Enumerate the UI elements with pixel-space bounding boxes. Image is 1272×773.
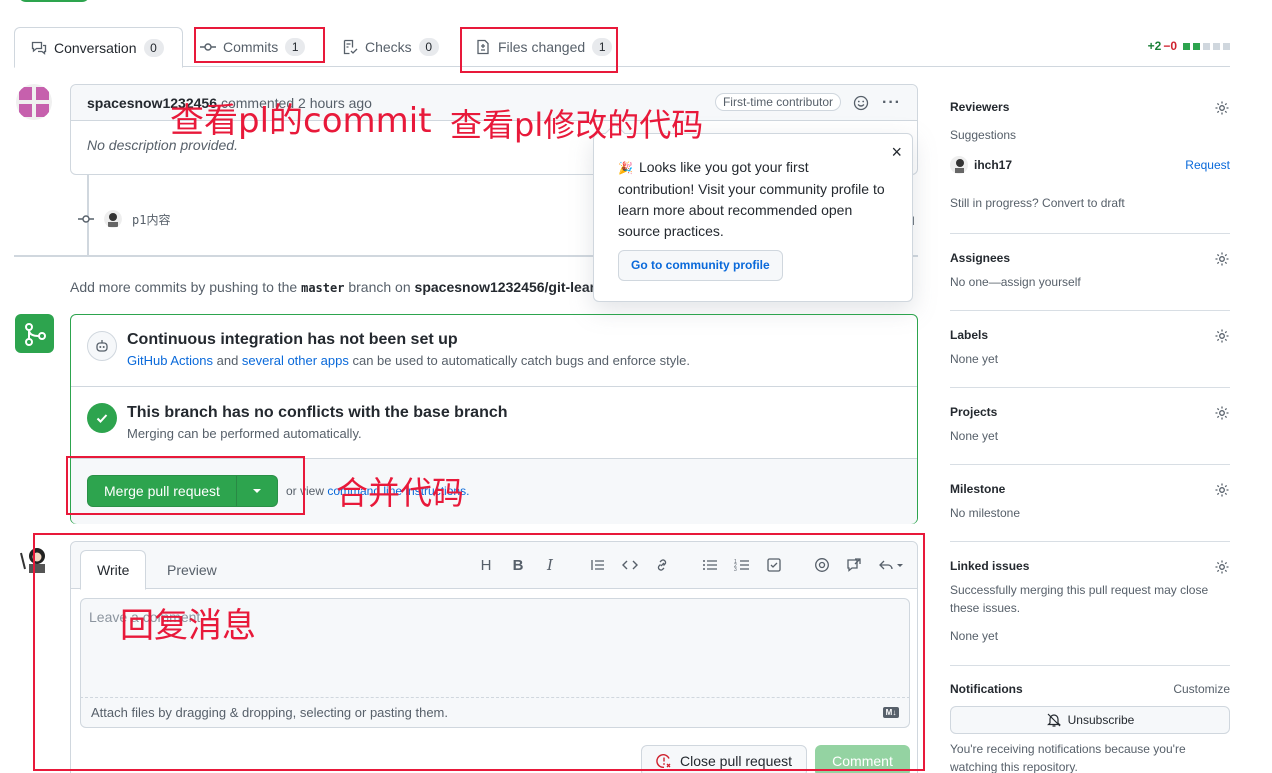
checklist-icon [343, 39, 358, 55]
milestone-value: No milestone [950, 506, 1021, 520]
request-review-link[interactable]: Request [1185, 158, 1230, 172]
sidebar-assignees: Assignees No one—assign yourself [950, 251, 1230, 311]
annotation-box-files [460, 27, 618, 73]
annotation-box-reply [33, 533, 925, 771]
author-avatar[interactable] [16, 84, 52, 120]
github-actions-link[interactable]: GitHub Actions [127, 353, 213, 368]
diffstat-additions: +2 [1147, 39, 1162, 53]
sidebar-labels: Labels None yet [950, 328, 1230, 388]
annotation-merge-note: 合并代码 [336, 474, 465, 512]
suggested-reviewer: ihch17 Request [950, 156, 1230, 174]
ci-rest: can be used to automatically catch bugs … [348, 353, 690, 368]
conflict-section: This branch has no conflicts with the ba… [71, 387, 917, 459]
diffstat-block [1213, 42, 1220, 50]
ci-title: Continuous integration has not been set … [127, 331, 458, 348]
customize-link[interactable]: Customize [1173, 682, 1230, 696]
identicon-icon [16, 84, 52, 120]
linked-issues-value: None yet [950, 629, 999, 643]
push-note-middle: branch on [344, 279, 415, 295]
sidebar-notifications: Notifications Customize Unsubscribe You'… [950, 682, 1230, 773]
diffstat-block [1193, 42, 1200, 50]
annotation-reply-note: 回复消息 [120, 606, 256, 646]
tab-label: Conversation [54, 39, 137, 56]
conflict-subtitle: Merging can be performed automatically. [127, 426, 362, 441]
sidebar-heading: Notifications [950, 682, 1023, 696]
ci-section: Continuous integration has not been set … [71, 315, 917, 387]
other-apps-link[interactable]: several other apps [242, 353, 349, 368]
diffstat-block [1223, 42, 1230, 50]
branch-name: master [301, 281, 345, 295]
gear-icon[interactable] [1214, 328, 1230, 344]
annotation-files-note: 查看pl修改的代码 [450, 106, 704, 144]
diffstat-block [1183, 42, 1190, 50]
sidebar-milestone: Milestone No milestone [950, 482, 1230, 542]
tada-icon: 🎉 [618, 161, 633, 175]
unsubscribe-label: Unsubscribe [1067, 713, 1135, 727]
assignees-value[interactable]: No one—assign yourself [950, 273, 1230, 291]
tab-counter: 0 [143, 38, 164, 57]
annotation-commit-note: 查看pl的commit [170, 101, 432, 141]
comment-discussion-icon [31, 41, 47, 55]
commit-message[interactable]: p1内容 [132, 211, 170, 228]
robot-icon [87, 331, 117, 361]
sidebar-heading[interactable]: Assignees [950, 251, 1230, 265]
sidebar-reviewers: Reviewers Suggestions ihch17 Request Sti… [950, 100, 1230, 234]
reviewer-name: ihch17 [974, 158, 1013, 172]
kebab-horizontal-icon[interactable]: ··· [882, 94, 901, 112]
ci-subtitle: GitHub Actions and several other apps ca… [127, 353, 690, 368]
diffstat-block [1203, 42, 1210, 50]
bell-slash-icon [1046, 713, 1061, 727]
community-profile-button[interactable]: Go to community profile [618, 250, 783, 281]
projects-value: None yet [950, 429, 999, 443]
gear-icon[interactable] [1214, 405, 1230, 421]
diffstat-deletions: −0 [1163, 39, 1177, 53]
sidebar-heading[interactable]: Labels [950, 328, 1230, 342]
popover-text: 🎉 Looks like you got your first contribut… [618, 157, 888, 242]
gear-icon[interactable] [1214, 482, 1230, 498]
check-icon [87, 403, 117, 433]
unsubscribe-button[interactable]: Unsubscribe [950, 706, 1230, 734]
tab-label: Checks [365, 39, 412, 55]
conflict-title: This branch has no conflicts with the ba… [127, 404, 508, 421]
convert-to-draft[interactable]: Still in progress? Convert to draft [950, 194, 1230, 212]
git-commit-icon [78, 215, 94, 223]
sidebar-projects: Projects None yet [950, 405, 1230, 465]
smiley-icon[interactable] [853, 95, 869, 111]
diffstat: +2 −0 [1148, 39, 1230, 53]
push-note-prefix: Add more commits by pushing to the [70, 279, 302, 295]
linked-issues-desc: Successfully merging this pull request m… [950, 583, 1209, 615]
first-time-contributor-badge: First-time contributor [714, 93, 841, 111]
tab-checks[interactable]: Checks 0 [326, 27, 455, 67]
tab-counter: 0 [418, 38, 439, 56]
sidebar-heading[interactable]: Reviewers [950, 100, 1230, 114]
gear-icon[interactable] [1214, 100, 1230, 116]
notification-reason: You're receiving notifications because y… [950, 742, 1186, 773]
first-contribution-popover: × 🎉 Looks like you got your first contrib… [593, 123, 913, 302]
sidebar-heading[interactable]: Projects [950, 405, 1230, 419]
header-green-button-edge [18, 0, 90, 2]
sidebar-linked-issues: Linked issues Successfully merging this … [950, 559, 1230, 666]
committer-avatar[interactable] [104, 210, 122, 228]
timeline-commit: p1内容 [78, 210, 170, 228]
repo-name: spacesnow1232456/git-lear [414, 279, 596, 295]
popover-message: Looks like you got your first contributi… [618, 159, 885, 239]
annotation-box-commits [194, 27, 325, 63]
ci-and: and [213, 353, 242, 368]
labels-value: None yet [950, 352, 999, 366]
tab-conversation[interactable]: Conversation 0 [14, 27, 183, 68]
sidebar-heading[interactable]: Milestone [950, 482, 1230, 496]
annotation-box-merge [66, 456, 305, 515]
suggestions-label: Suggestions [950, 128, 1017, 142]
push-note: Add more commits by pushing to the maste… [70, 279, 595, 295]
gear-icon[interactable] [1214, 559, 1230, 575]
git-merge-icon [15, 314, 54, 353]
sidebar-heading[interactable]: Linked issues [950, 559, 1230, 573]
gear-icon[interactable] [1214, 251, 1230, 267]
close-icon[interactable]: × [891, 142, 902, 163]
reviewer-avatar [950, 156, 968, 174]
